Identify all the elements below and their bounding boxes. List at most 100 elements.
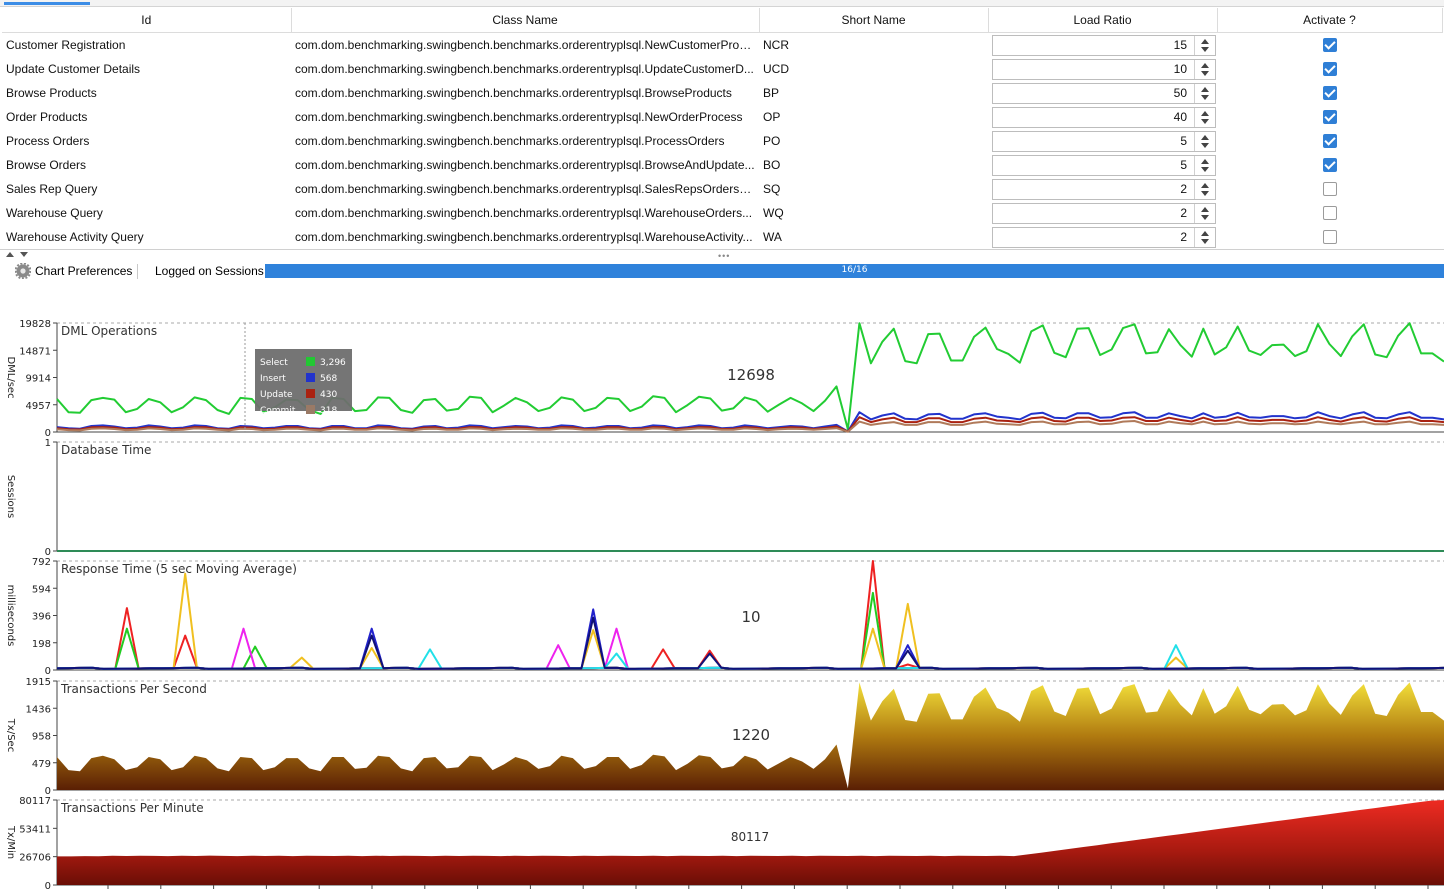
spinner-down-icon[interactable]	[1201, 238, 1209, 244]
tab-active-indicator[interactable]	[4, 2, 90, 5]
table-row[interactable]: Process Orders com.dom.benchmarking.swing…	[2, 129, 1442, 153]
split-pane-divider[interactable]: •••	[0, 249, 1444, 261]
table-row[interactable]: Order Products com.dom.benchmarking.swing…	[2, 105, 1442, 129]
load-ratio-value[interactable]: 5	[1180, 134, 1187, 148]
spinner-up-icon[interactable]	[1201, 206, 1209, 212]
spinner-down-icon[interactable]	[1201, 118, 1209, 124]
spinner-up-icon[interactable]	[1201, 62, 1209, 68]
spinner-arrows[interactable]	[1194, 59, 1215, 79]
spinner-arrows[interactable]	[1194, 179, 1215, 199]
cell-id[interactable]: Customer Registration	[2, 33, 291, 58]
header-short-name[interactable]: Short Name	[759, 8, 989, 33]
spinner-arrows[interactable]	[1194, 131, 1215, 151]
load-ratio-value[interactable]: 2	[1180, 182, 1187, 196]
header-class-name[interactable]: Class Name	[291, 8, 760, 33]
spinner-down-icon[interactable]	[1201, 214, 1209, 220]
load-ratio-spinner[interactable]: 2	[992, 226, 1216, 248]
cell-id[interactable]: Update Customer Details	[2, 57, 291, 81]
table-row[interactable]: Update Customer Details com.dom.benchmark…	[2, 57, 1442, 81]
cell-id[interactable]: Sales Rep Query	[2, 177, 291, 201]
cell-class-name[interactable]: com.dom.benchmarking.swingbench.benchmar…	[291, 57, 759, 81]
activate-checkbox[interactable]	[1322, 182, 1337, 197]
cell-short-name[interactable]: WQ	[759, 201, 988, 225]
load-ratio-value[interactable]: 10	[1174, 62, 1187, 76]
spinner-down-icon[interactable]	[1201, 94, 1209, 100]
cell-short-name[interactable]: NCR	[759, 33, 988, 58]
spinner-up-icon[interactable]	[1201, 134, 1209, 140]
spinner-arrows[interactable]	[1194, 203, 1215, 223]
load-ratio-spinner[interactable]: 50	[992, 82, 1216, 104]
table-row[interactable]: Browse Orders com.dom.benchmarking.swingb…	[2, 153, 1442, 177]
cell-class-name[interactable]: com.dom.benchmarking.swingbench.benchmar…	[291, 33, 759, 58]
cell-class-name[interactable]: com.dom.benchmarking.swingbench.benchmar…	[291, 201, 759, 225]
cell-short-name[interactable]: BP	[759, 81, 988, 105]
header-activate[interactable]: Activate ?	[1217, 8, 1443, 33]
activate-checkbox[interactable]	[1322, 134, 1337, 149]
cell-class-name[interactable]: com.dom.benchmarking.swingbench.benchmar…	[291, 225, 759, 249]
chart-preferences-button[interactable]: Chart Preferences	[35, 264, 132, 278]
header-load-ratio[interactable]: Load Ratio	[988, 8, 1218, 33]
cell-short-name[interactable]: UCD	[759, 57, 988, 81]
cell-id[interactable]: Order Products	[2, 105, 291, 129]
gear-icon[interactable]	[15, 263, 31, 279]
activate-checkbox[interactable]	[1322, 86, 1337, 101]
spinner-down-icon[interactable]	[1201, 190, 1209, 196]
table-row[interactable]: Warehouse Activity Query com.dom.benchmar…	[2, 225, 1442, 249]
spinner-down-icon[interactable]	[1201, 46, 1209, 52]
spinner-up-icon[interactable]	[1201, 230, 1209, 236]
cell-id[interactable]: Warehouse Activity Query	[2, 225, 291, 249]
load-ratio-value[interactable]: 40	[1174, 110, 1187, 124]
load-ratio-spinner[interactable]: 10	[992, 58, 1216, 80]
load-ratio-value[interactable]: 2	[1180, 230, 1187, 244]
spinner-down-icon[interactable]	[1201, 166, 1209, 172]
spinner-arrows[interactable]	[1194, 107, 1215, 127]
spinner-down-icon[interactable]	[1201, 70, 1209, 76]
activate-checkbox[interactable]	[1322, 230, 1337, 245]
spinner-up-icon[interactable]	[1201, 110, 1209, 116]
cell-short-name[interactable]: OP	[759, 105, 988, 129]
load-ratio-spinner[interactable]: 2	[992, 178, 1216, 200]
load-ratio-value[interactable]: 2	[1180, 206, 1187, 220]
load-ratio-value[interactable]: 15	[1174, 38, 1187, 52]
spinner-up-icon[interactable]	[1201, 86, 1209, 92]
cell-id[interactable]: Browse Products	[2, 81, 291, 105]
cell-class-name[interactable]: com.dom.benchmarking.swingbench.benchmar…	[291, 81, 759, 105]
load-ratio-spinner[interactable]: 15	[992, 34, 1216, 56]
cell-class-name[interactable]: com.dom.benchmarking.swingbench.benchmar…	[291, 153, 759, 177]
spinner-arrows[interactable]	[1194, 35, 1215, 55]
load-ratio-spinner[interactable]: 2	[992, 202, 1216, 224]
spinner-down-icon[interactable]	[1201, 142, 1209, 148]
expand-down-icon[interactable]	[20, 252, 28, 257]
activate-checkbox[interactable]	[1322, 158, 1337, 173]
header-id[interactable]: Id	[2, 8, 292, 33]
load-ratio-spinner[interactable]: 40	[992, 106, 1216, 128]
cell-short-name[interactable]: WA	[759, 225, 988, 249]
activate-checkbox[interactable]	[1322, 110, 1337, 125]
spinner-up-icon[interactable]	[1201, 38, 1209, 44]
cell-short-name[interactable]: PO	[759, 129, 988, 153]
spinner-arrows[interactable]	[1194, 155, 1215, 175]
spinner-arrows[interactable]	[1194, 83, 1215, 103]
cell-short-name[interactable]: SQ	[759, 177, 988, 201]
cell-class-name[interactable]: com.dom.benchmarking.swingbench.benchmar…	[291, 105, 759, 129]
spinner-up-icon[interactable]	[1201, 158, 1209, 164]
spinner-arrows[interactable]	[1194, 227, 1215, 247]
spinner-up-icon[interactable]	[1201, 182, 1209, 188]
table-row[interactable]: Warehouse Query com.dom.benchmarking.swin…	[2, 201, 1442, 225]
activate-checkbox[interactable]	[1322, 62, 1337, 77]
cell-class-name[interactable]: com.dom.benchmarking.swingbench.benchmar…	[291, 177, 759, 201]
cell-id[interactable]: Process Orders	[2, 129, 291, 153]
table-row[interactable]: Browse Products com.dom.benchmarking.swin…	[2, 81, 1442, 105]
load-ratio-value[interactable]: 50	[1174, 86, 1187, 100]
cell-id[interactable]: Warehouse Query	[2, 201, 291, 225]
cell-id[interactable]: Browse Orders	[2, 153, 291, 177]
cell-short-name[interactable]: BO	[759, 153, 988, 177]
table-row[interactable]: Customer Registration com.dom.benchmarkin…	[2, 33, 1442, 58]
load-ratio-spinner[interactable]: 5	[992, 130, 1216, 152]
activate-checkbox[interactable]	[1322, 206, 1337, 221]
load-ratio-spinner[interactable]: 5	[992, 154, 1216, 176]
expand-up-icon[interactable]	[6, 252, 14, 257]
cell-class-name[interactable]: com.dom.benchmarking.swingbench.benchmar…	[291, 129, 759, 153]
load-ratio-value[interactable]: 5	[1180, 158, 1187, 172]
table-row[interactable]: Sales Rep Query com.dom.benchmarking.swin…	[2, 177, 1442, 201]
